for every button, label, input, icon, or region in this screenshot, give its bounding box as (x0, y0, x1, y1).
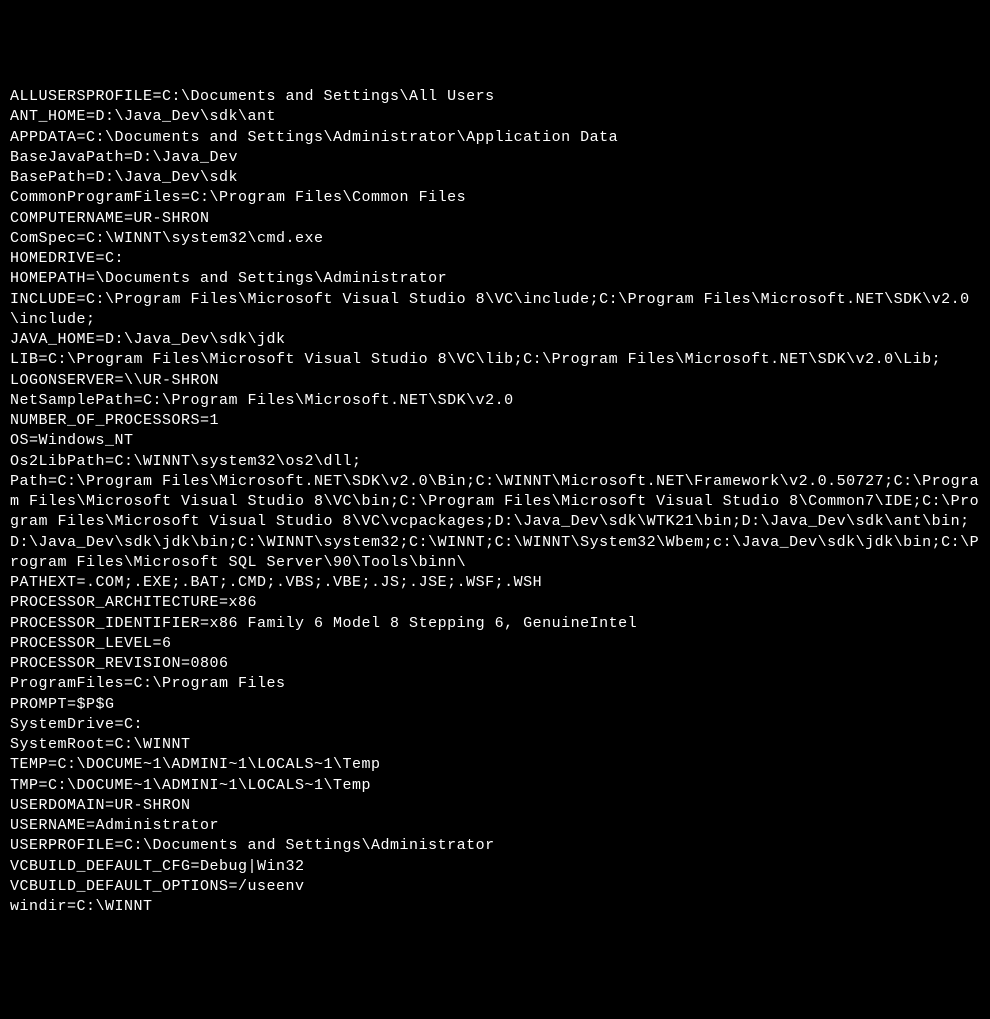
terminal-output: ALLUSERSPROFILE=C:\Documents and Setting… (10, 87, 980, 917)
